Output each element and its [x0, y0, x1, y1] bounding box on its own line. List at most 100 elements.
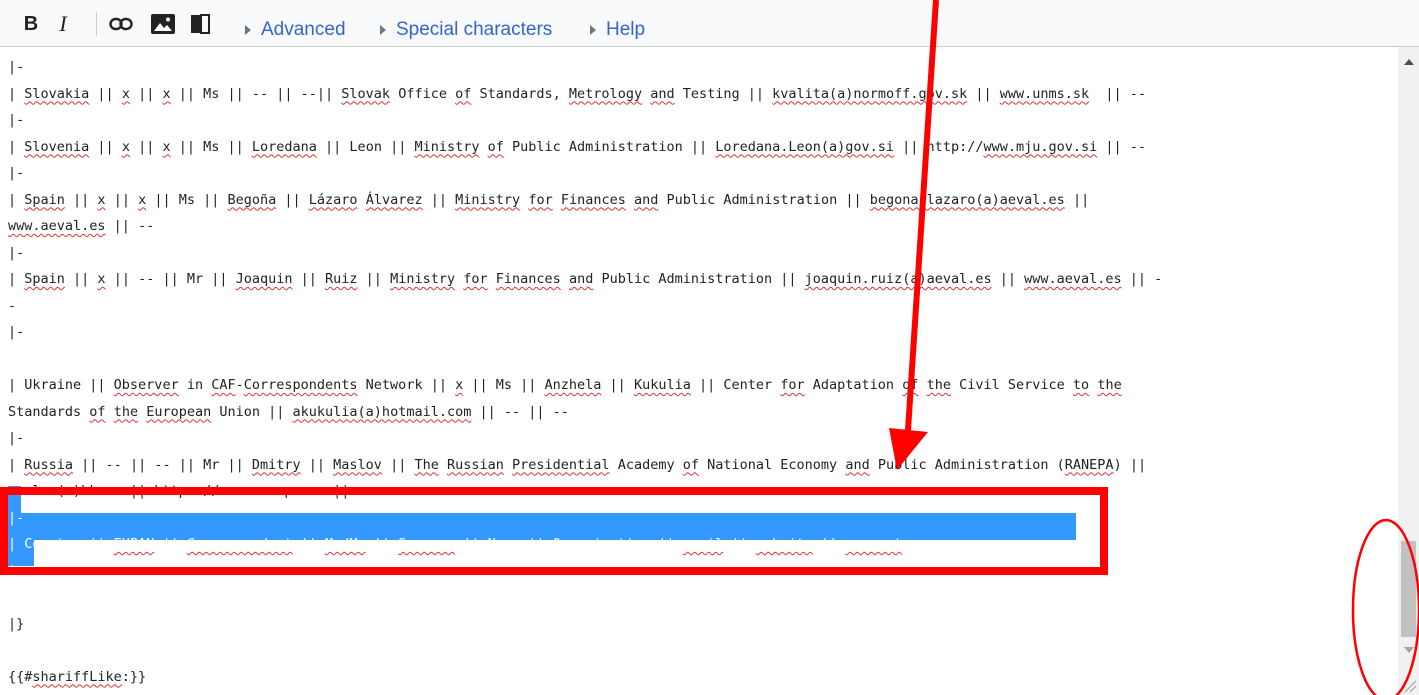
misspelled-word: x: [121, 85, 130, 102]
misspelled-word: for: [780, 377, 805, 393]
misspelled-word: to: [1072, 377, 1090, 393]
misspelled-word: Russia: [24, 456, 74, 473]
code-line[interactable]: -: [8, 293, 1162, 320]
code-text: Public Administration ||: [658, 191, 870, 208]
code-text: || Ms || -- || --||: [170, 85, 342, 102]
code-text: || Center: [690, 377, 781, 393]
section-label: Special characters: [396, 19, 553, 40]
code-line[interactable]: | Russia || -- || -- || Mr || Dmitry || …: [8, 452, 1162, 479]
image-button[interactable]: [150, 12, 176, 36]
misspelled-word: EUPAN: [113, 536, 155, 552]
misspelled-word: Slovakia: [24, 85, 90, 102]
misspelled-word: European: [146, 403, 212, 420]
code-text: |-: [8, 244, 25, 261]
reference-button[interactable]: [189, 12, 211, 36]
code-line[interactable]: [8, 637, 1162, 664]
code-text: ||: [601, 377, 634, 393]
code-line[interactable]: | Slovenia || x || x || Ms || Loredana |…: [8, 134, 1162, 161]
misspelled-word: Lázaro: [308, 191, 358, 208]
misspelled-word: Dmitry: [251, 456, 301, 473]
misspelled-word: Slovak: [341, 85, 391, 102]
code-line[interactable]: | Slovakia || x || x || Ms || -- || --||…: [8, 81, 1162, 108]
scrollbar-thumb[interactable]: [1401, 541, 1416, 637]
code-line[interactable]: {{#shariffLike:}}: [8, 664, 1162, 691]
code-text: |-: [8, 562, 25, 579]
code-text: Academy: [609, 456, 683, 473]
code-line[interactable]: |-: [8, 54, 1162, 81]
code-line[interactable]: |-: [8, 240, 1162, 267]
code-line[interactable]: [8, 584, 1162, 611]
code-text: ||: [129, 138, 163, 155]
code-text: | Ukraine ||: [8, 377, 114, 393]
code-text: ||: [300, 456, 334, 473]
code-line[interactable]: |-: [8, 558, 1162, 585]
misspelled-word: Finances: [495, 271, 561, 287]
misspelled-word: joaquin.ruiz(a)aeval.es: [804, 271, 992, 287]
code-line[interactable]: www.aeval.es || --: [8, 213, 1162, 240]
code-line[interactable]: Standards of the European Union || akuku…: [8, 399, 1162, 426]
scroll-down-arrow-icon[interactable]: [1404, 647, 1414, 653]
code-text: ||: [64, 191, 98, 208]
code-text: || --: [1089, 85, 1147, 102]
vertical-scrollbar[interactable]: [1398, 47, 1419, 695]
code-line[interactable]: |-: [8, 107, 1162, 134]
code-text: Network ||: [357, 377, 456, 393]
image-icon: [151, 14, 175, 34]
misspelled-word: x: [162, 85, 171, 102]
misspelled-word: Metrology: [568, 85, 643, 102]
misspelled-word: akukulia(a)hotmail.com: [292, 403, 472, 420]
code-text: |: [8, 191, 25, 208]
code-text: || http://: [894, 138, 984, 155]
code-line[interactable]: |}: [8, 611, 1162, 638]
code-line[interactable]: |-: [8, 319, 1162, 346]
section-label: Advanced: [261, 19, 346, 40]
toolbar-section-help[interactable]: Help: [590, 19, 645, 41]
code-line[interactable]: [8, 346, 1162, 373]
bold-button[interactable]: B: [20, 12, 42, 36]
misspelled-word: Anzhela: [544, 377, 602, 393]
wikitext-content[interactable]: |- | Slovakia || x || x || Ms || -- || --…: [8, 54, 1162, 690]
code-line[interactable]: | Ukraine || Observer in CAF-Corresponde…: [8, 372, 1162, 399]
expand-triangle-icon: [380, 25, 386, 35]
code-line[interactable]: maslow(a)bk.ru || https://www.ranepa.ru …: [8, 478, 1162, 505]
code-text: ||: [64, 271, 98, 287]
misspelled-word: RANEPA: [1064, 456, 1114, 473]
misspelled-word: and: [650, 85, 675, 102]
link-button[interactable]: [108, 12, 134, 36]
code-line[interactable]: | Spain || x || -- || Mr || Joaquin || R…: [8, 266, 1162, 293]
italic-button[interactable]: I: [54, 11, 72, 36]
code-text: || Ms ||: [463, 377, 545, 393]
code-line[interactable]: | Spain || x || x || Ms || Begoña || Láz…: [8, 187, 1162, 214]
code-text: ||: [154, 536, 187, 552]
misspelled-word: www.mju.gov.si: [983, 138, 1098, 155]
code-text: || Name || Organisation ||: [455, 536, 683, 552]
code-line[interactable]: |-: [8, 505, 1162, 532]
toolbar-section-advanced[interactable]: Advanced: [245, 19, 346, 41]
code-line[interactable]: |-: [8, 160, 1162, 187]
misspelled-word: Ruiz: [325, 271, 358, 287]
misspelled-word: of: [89, 403, 106, 420]
resize-grip-icon[interactable]: [1402, 678, 1417, 693]
code-text: |-: [8, 324, 25, 340]
code-text: ||: [723, 536, 756, 552]
code-text: |-: [8, 59, 25, 75]
code-text: Public Administration (: [869, 456, 1065, 473]
code-text: || Leon ||: [316, 138, 415, 155]
wikitext-editor[interactable]: |- | Slovakia || x || x || Ms || -- || --…: [0, 47, 1398, 695]
scroll-up-arrow-icon[interactable]: [1404, 59, 1414, 65]
misspelled-word: of: [455, 85, 472, 102]
code-line[interactable]: |-: [8, 425, 1162, 452]
code-text: ) ||: [1113, 456, 1147, 473]
toolbar-section-special-characters[interactable]: Special characters: [380, 19, 552, 41]
code-text: Adaptation: [804, 377, 903, 393]
code-text: ||: [422, 191, 456, 208]
code-line[interactable]: | Country || EUPAN || Correspondent || M…: [8, 531, 1162, 558]
